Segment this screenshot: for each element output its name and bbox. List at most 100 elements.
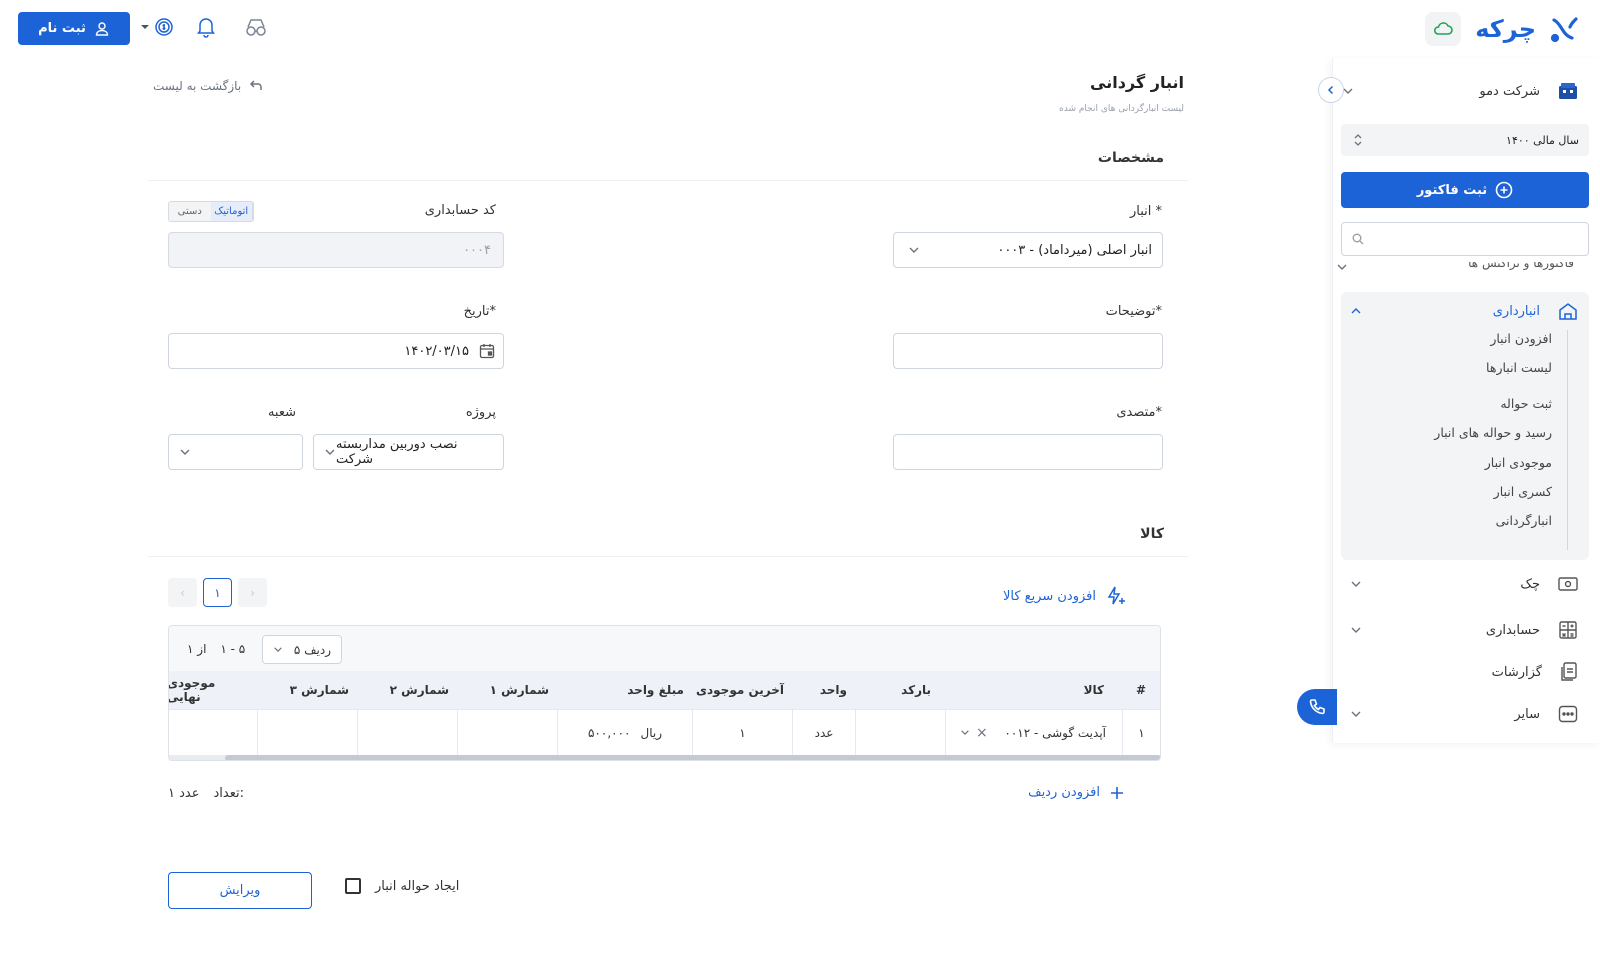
add-row-label: افزودن ردیف <box>1028 785 1100 800</box>
prev-page-button[interactable]: ‹ <box>168 578 197 607</box>
horizontal-scrollbar[interactable] <box>169 755 1160 760</box>
code-mode-toggle: دستی اتوماتیک <box>168 201 254 222</box>
col-header-barcode: بارکد <box>901 683 931 697</box>
warehouse-home-icon <box>1558 302 1578 320</box>
date-input[interactable]: ۱۴۰۲/۰۳/۱۵ <box>168 333 504 369</box>
warehouse-select[interactable]: ۰۰۰۳ - انبار اصلی (میرداماد) <box>893 232 1163 268</box>
row-count1-input[interactable] <box>457 710 557 755</box>
warehouse-label: انبارداری <box>1492 303 1540 319</box>
sidebar-item-reports[interactable]: گزارشات <box>1350 662 1578 682</box>
col-header-last-stock: آخرین موجودی <box>696 683 784 697</box>
sidebar-item-warehouse[interactable]: انبارداری <box>1350 302 1578 320</box>
sidebar-item-cheque[interactable]: چک <box>1350 576 1578 592</box>
coin-icon <box>154 16 174 38</box>
fiscal-year-label: سال مالی ۱۴۰۰ <box>1506 133 1579 147</box>
chevron-down-icon <box>960 729 970 736</box>
goods-table: ۵ ردیف از ۱ ۱ - ۵ # کالا بارکد واحد آخری… <box>168 625 1161 761</box>
new-invoice-button[interactable]: ثبت فاکتور <box>1341 172 1589 208</box>
col-header-count3: شمارش ۳ <box>289 683 349 697</box>
row-count3-input[interactable] <box>257 710 357 755</box>
coin-menu[interactable] <box>140 16 174 38</box>
row-num: ۱ <box>1122 710 1160 755</box>
calendar-icon[interactable] <box>479 343 495 359</box>
sidebar-item-reports-label: گزارشات <box>1491 664 1542 680</box>
more-icon <box>1558 705 1578 723</box>
submenu-register-transfer[interactable]: ثبت حواله <box>1500 396 1552 411</box>
page-button[interactable]: ۱ <box>203 578 232 607</box>
bell-icon[interactable] <box>197 16 215 38</box>
rows-per-page-select[interactable]: ۵ ردیف <box>262 635 342 664</box>
responsible-input[interactable] <box>893 434 1163 470</box>
col-header-unit-price: مبلغ واحد <box>627 683 684 697</box>
responsible-label: متصدی* <box>1116 405 1162 420</box>
branch-select[interactable] <box>168 434 303 470</box>
accounting-code-field: ۰۰۰۴ <box>168 232 504 268</box>
submenu-add-warehouse[interactable]: افزودن انبار <box>1490 331 1552 346</box>
chevron-down-icon <box>908 246 920 254</box>
submenu-receipts-transfers[interactable]: رسید و حواله های انبار <box>1434 425 1552 440</box>
page-title: انبار گردانی <box>1090 73 1184 92</box>
sidebar-collapse-button[interactable] <box>1318 77 1344 103</box>
item-count: تعداد: ۱ عدد <box>168 786 244 801</box>
chevron-down-icon <box>179 448 191 456</box>
code-mode-manual[interactable]: دستی <box>169 202 211 221</box>
sidebar-item-accounting-label: حسابداری <box>1485 622 1540 638</box>
scrollbar-thumb[interactable] <box>225 755 1160 760</box>
sidebar-item-accounting[interactable]: حسابداری <box>1350 620 1578 640</box>
warehouse-value: ۰۰۰۳ - انبار اصلی (میرداماد) <box>997 242 1152 258</box>
table-row: ۱ × ۰۰۱۲ - آپدیت گوشی عدد ۱ ۵۰۰,۰۰۰ ریال <box>169 709 1160 755</box>
submenu-shortage[interactable]: کسری انبار <box>1494 484 1552 499</box>
row-unit: عدد <box>792 710 855 755</box>
create-transfer-checkbox[interactable] <box>345 878 361 894</box>
submenu-inventory[interactable]: موجودی انبار <box>1485 455 1552 470</box>
edit-button[interactable]: ویرایش <box>168 872 312 909</box>
plus-icon <box>1110 786 1124 800</box>
col-header-count2: شمارش ۲ <box>389 683 449 697</box>
fiscal-year-selector[interactable]: سال مالی ۱۴۰۰ <box>1341 124 1589 156</box>
cloud-icon[interactable] <box>1425 12 1462 46</box>
company-icon <box>1558 82 1578 100</box>
quick-add-label: افزودن سریع کالا <box>1002 588 1096 604</box>
range-of: از ۱ <box>187 642 207 656</box>
clear-icon[interactable]: × <box>976 725 988 741</box>
company-selector[interactable]: شرکت دمو <box>1342 79 1578 103</box>
glasses-icon[interactable] <box>245 18 267 38</box>
section-divider <box>148 556 1188 557</box>
submenu-stocktaking[interactable]: انبارگردانی <box>1496 513 1552 528</box>
row-unit-price-value: ۵۰۰,۰۰۰ <box>587 725 631 740</box>
sidebar-item-other[interactable]: سایر <box>1350 705 1578 723</box>
col-header-item: کالا <box>1083 683 1104 697</box>
quick-add-goods-button[interactable]: افزودن سریع کالا <box>1003 586 1126 606</box>
chevron-up-icon <box>1350 307 1362 315</box>
create-transfer-option[interactable]: ایجاد حواله انبار <box>345 878 459 894</box>
logo-text: چرکه <box>1475 15 1536 43</box>
next-page-button[interactable]: › <box>238 578 267 607</box>
description-input[interactable] <box>893 333 1163 369</box>
count-label: تعداد: <box>213 786 245 801</box>
signup-label: ثبت نام <box>38 21 86 36</box>
row-count2-input[interactable] <box>357 710 457 755</box>
chevron-down-icon <box>324 448 336 456</box>
sidebar-item-invoices[interactable]: فاکتورها و تراکنش ها <box>1354 262 1574 276</box>
support-phone-button[interactable] <box>1297 689 1337 725</box>
sort-icon <box>1353 133 1363 147</box>
row-item-select[interactable]: × ۰۰۱۲ - آپدیت گوشی <box>945 710 1122 755</box>
project-select[interactable]: نصب دوربین مداربسته شرکت <box>313 434 504 470</box>
sidebar-search-input[interactable] <box>1341 222 1589 256</box>
cheque-icon <box>1558 576 1578 592</box>
add-row-button[interactable]: افزودن ردیف <box>1028 785 1124 800</box>
range-value: ۱ - ۵ <box>220 642 246 656</box>
date-value: ۱۴۰۲/۰۳/۱۵ <box>404 343 469 359</box>
submenu-warehouse-list[interactable]: لیست انبارها <box>1486 360 1552 375</box>
signup-button[interactable]: ثبت نام <box>18 12 130 45</box>
return-arrow-icon <box>249 80 263 92</box>
col-header-unit: واحد <box>819 683 847 697</box>
submenu-divider <box>1567 330 1568 550</box>
branch-label: شعبه <box>267 405 296 420</box>
accounting-code-label: کد حسابداری <box>424 203 496 218</box>
code-mode-auto[interactable]: اتوماتیک <box>210 202 253 221</box>
warehouse-field-label: انبار * <box>1129 204 1162 219</box>
project-value: نصب دوربین مداربسته شرکت <box>336 437 458 467</box>
row-barcode[interactable] <box>855 710 945 755</box>
back-to-list-link[interactable]: بازگشت به لیست <box>153 79 263 93</box>
